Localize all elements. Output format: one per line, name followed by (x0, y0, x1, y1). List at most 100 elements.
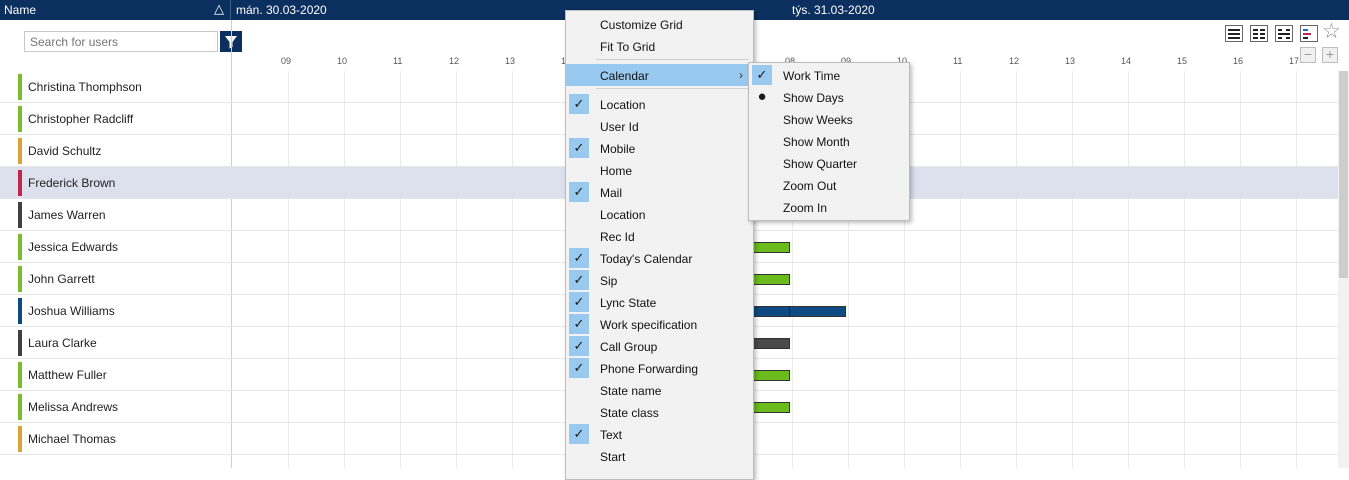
hour-tick-label: 15 (1177, 56, 1188, 66)
menu-item[interactable]: Location (566, 203, 753, 225)
check-icon: ✓ (569, 182, 589, 202)
menu-item[interactable]: State class (566, 401, 753, 423)
vertical-scrollbar[interactable] (1338, 71, 1349, 468)
check-icon: ✓ (569, 336, 589, 356)
hour-tick-label: 09 (281, 56, 292, 66)
menu-item-label: Location (600, 208, 646, 222)
calendar-entry-separator (789, 306, 790, 317)
status-color-indicator (18, 426, 22, 452)
detail-view-icon[interactable] (1275, 25, 1293, 42)
hour-tick-label: 14 (1121, 56, 1132, 66)
menu-item[interactable]: ✓ Call Group (566, 335, 753, 357)
menu-item-label: Lync State (600, 296, 657, 310)
user-name: Melissa Andrews (28, 400, 119, 414)
menu-item-label: Phone Forwarding (600, 362, 699, 376)
menu-item-label: State class (600, 406, 659, 420)
menu-item[interactable]: ✓ Today's Calendar (566, 247, 753, 269)
menu-item[interactable]: Home (566, 159, 753, 181)
sort-ascending-icon[interactable]: △ (214, 1, 224, 17)
submenu-item[interactable]: Zoom In (749, 196, 909, 218)
submenu-item[interactable]: Show Quarter (749, 152, 909, 174)
user-name: Christopher Radcliff (28, 112, 134, 126)
star-icon[interactable]: ☆ (1322, 21, 1341, 42)
menu-item[interactable]: ✓ Mobile (566, 137, 753, 159)
color-view-icon[interactable] (1300, 25, 1318, 42)
check-icon: ✓ (569, 94, 589, 114)
menu-item[interactable]: ✓ Text (566, 423, 753, 445)
menu-item-label: Fit To Grid (600, 40, 656, 54)
check-icon: ✓ (569, 424, 589, 444)
submenu-item-label: Zoom In (783, 201, 828, 215)
user-name: Laura Clarke (28, 336, 97, 350)
hour-tick-label: 16 (1233, 56, 1244, 66)
day-header-monday: mán. 30.03-2020 (236, 3, 327, 17)
user-name: David Schultz (28, 144, 102, 158)
hour-tick-label: 13 (505, 56, 516, 66)
menu-item-label: Location (600, 98, 646, 112)
menu-item[interactable]: ✓ Work specification (566, 313, 753, 335)
status-color-indicator (18, 234, 22, 260)
menu-item[interactable]: ✓ Lync State (566, 291, 753, 313)
menu-item[interactable]: ✓ Mail (566, 181, 753, 203)
status-color-indicator (18, 170, 22, 196)
menu-item[interactable]: State name (566, 379, 753, 401)
user-name: Michael Thomas (28, 432, 116, 446)
user-name: Christina Thomphson (28, 80, 142, 94)
status-color-indicator (18, 106, 22, 132)
submenu-item[interactable]: ✓ Work Time (749, 64, 909, 86)
status-color-indicator (18, 202, 22, 228)
status-color-indicator (18, 298, 22, 324)
menu-item[interactable]: User Id (566, 115, 753, 137)
menu-item[interactable]: Calendar › (566, 64, 753, 86)
list-view-icon[interactable] (1225, 25, 1243, 42)
menu-item[interactable]: Customize Grid (566, 13, 753, 35)
search-input[interactable] (24, 31, 218, 52)
user-name: Matthew Fuller (28, 368, 107, 382)
hour-tick-label: 10 (337, 56, 348, 66)
menu-item[interactable]: Fit To Grid (566, 35, 753, 57)
user-name: James Warren (28, 208, 106, 222)
status-color-indicator (18, 74, 22, 100)
check-icon: ✓ (569, 358, 589, 378)
submenu-item[interactable]: Show Month (749, 130, 909, 152)
hour-tick-label: 12 (449, 56, 460, 66)
menu-item-label: State name (600, 384, 662, 398)
menu-item-label: Sip (600, 274, 618, 288)
scrollbar-thumb[interactable] (1339, 71, 1348, 278)
menu-item[interactable]: Rec Id (566, 225, 753, 247)
submenu-arrow-icon: › (739, 68, 743, 82)
menu-item-label: Work specification (600, 318, 698, 332)
hour-tick-label: 11 (393, 56, 403, 66)
menu-item-label: Calendar (600, 69, 649, 83)
check-icon: ✓ (569, 270, 589, 290)
menu-item-label: Text (600, 428, 623, 442)
menu-item-label: Home (600, 164, 633, 178)
name-column-header[interactable]: Name △ (0, 0, 231, 20)
menu-item-label: Mail (600, 186, 623, 200)
status-color-indicator (18, 138, 22, 164)
menu-item[interactable]: Start (566, 445, 753, 467)
calendar-submenu: ✓ Work Time ● Show Days Show Weeks Show Month… (748, 62, 910, 221)
menu-item-label: Rec Id (600, 230, 635, 244)
menu-item-label: Today's Calendar (600, 252, 693, 266)
menu-item[interactable]: ✓ Location (566, 93, 753, 115)
context-menu: Customize Grid Fit To Grid Calendar › ✓ Locat… (565, 10, 754, 480)
hour-tick-label: 12 (1009, 56, 1020, 66)
submenu-item[interactable]: Show Weeks (749, 108, 909, 130)
user-name: Jessica Edwards (28, 240, 119, 254)
name-column-label: Name (4, 3, 37, 17)
status-color-indicator (18, 330, 22, 356)
submenu-item[interactable]: Zoom Out (749, 174, 909, 196)
menu-item[interactable]: ✓ Sip (566, 269, 753, 291)
check-icon: ✓ (569, 248, 589, 268)
radio-bullet-icon: ● (757, 88, 767, 105)
hour-tick-label: 11 (953, 56, 963, 66)
check-icon: ✓ (569, 314, 589, 334)
status-color-indicator (18, 266, 22, 292)
menu-item[interactable]: ✓ Phone Forwarding (566, 357, 753, 379)
grid-view-icon[interactable] (1250, 25, 1268, 42)
submenu-item-label: Show Quarter (783, 157, 858, 171)
check-icon: ✓ (752, 65, 772, 85)
submenu-item[interactable]: ● Show Days (749, 86, 909, 108)
check-icon: ✓ (569, 292, 589, 312)
